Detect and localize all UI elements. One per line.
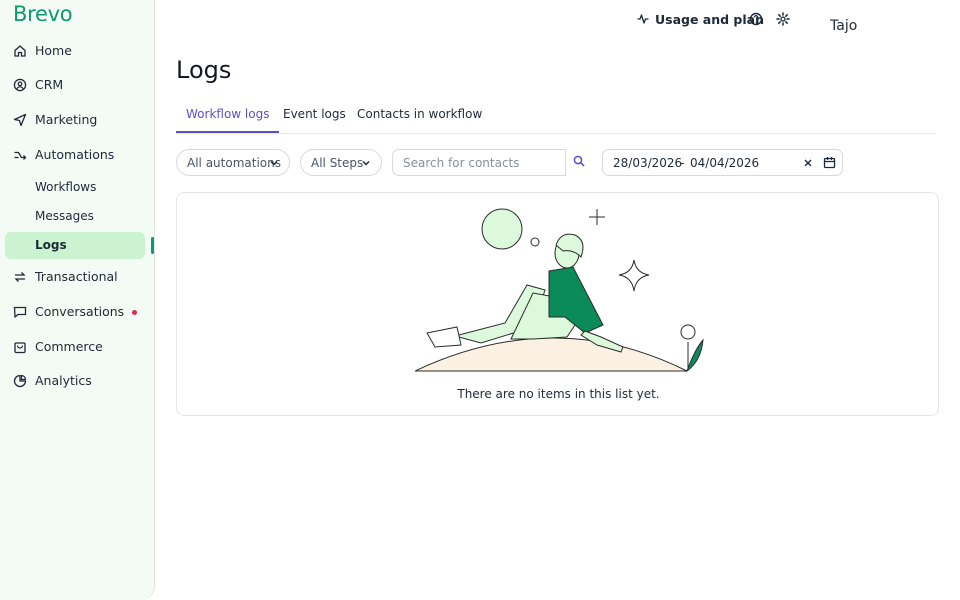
transactional-icon (14, 272, 26, 282)
sidebar-item-label: Analytics (35, 373, 92, 388)
sidebar-item-conversations[interactable]: Conversations (0, 298, 146, 326)
tab-event-logs[interactable]: Event logs (273, 98, 356, 133)
analytics-icon (13, 374, 27, 388)
automations-dropdown[interactable]: All automations (176, 149, 290, 176)
sidebar-item-crm[interactable]: CRM (0, 71, 146, 99)
usage-and-plan-button[interactable]: Usage and plan (637, 10, 764, 28)
sidebar-item-commerce[interactable]: Commerce (0, 333, 146, 361)
brevo-logo[interactable]: Brevo (13, 2, 73, 26)
empty-state-message: There are no items in this list yet. (457, 387, 660, 401)
empty-state-illustration (415, 208, 704, 373)
sidebar-item-label: Marketing (35, 112, 98, 127)
search-button[interactable] (566, 149, 592, 176)
sidebar-subitem-workflows[interactable]: Workflows (35, 180, 96, 194)
chevron-down-icon (362, 160, 370, 166)
automations-dropdown-value: All automations (187, 155, 281, 170)
send-icon (13, 113, 27, 127)
clear-date-icon[interactable] (803, 158, 813, 168)
shopping-bag-icon (14, 342, 26, 354)
sidebar-item-label: Automations (35, 147, 115, 162)
usage-and-plan-label: Usage and plan (655, 11, 765, 27)
tab-contacts-in-workflow[interactable]: Contacts in workflow (347, 98, 492, 133)
calendar-icon[interactable] (823, 156, 836, 169)
date-to[interactable]: 04/04/2026 (690, 156, 759, 170)
contacts-icon (13, 78, 27, 92)
sidebar-item-transactional[interactable]: Transactional (0, 263, 146, 291)
notification-dot (132, 310, 137, 315)
sidebar-item-label: Transactional (35, 269, 118, 284)
date-range-picker[interactable]: 28/03/2026 - 04/04/2026 (602, 149, 843, 176)
sidebar-subitem-logs[interactable]: Logs (35, 238, 67, 252)
sidebar-subitem-messages[interactable]: Messages (35, 209, 94, 223)
date-separator: - (680, 156, 685, 170)
gear-icon[interactable] (776, 12, 790, 26)
steps-dropdown-value: All Steps (311, 155, 364, 170)
activity-icon (637, 14, 649, 24)
user-menu[interactable]: Tajo (830, 18, 857, 34)
sidebar-item-automations[interactable]: Automations (0, 141, 146, 169)
search-input[interactable] (392, 149, 566, 176)
steps-dropdown[interactable]: All Steps (300, 149, 382, 176)
sidebar-active-indicator (151, 237, 154, 254)
sidebar-item-label: Conversations (35, 304, 125, 319)
sidebar-active-highlight (5, 232, 145, 259)
log-tabs: Workflow logs Event logs Contacts in wor… (176, 98, 936, 134)
sidebar-item-marketing[interactable]: Marketing (0, 106, 146, 134)
page-title: Logs (176, 56, 232, 84)
logs-results-card: There are no items in this list yet. (176, 192, 939, 416)
sidebar-item-home[interactable]: Home (0, 37, 146, 65)
search-icon (573, 155, 585, 167)
sidebar-item-analytics[interactable]: Analytics (0, 367, 146, 395)
sidebar-item-label: Commerce (35, 339, 103, 354)
home-icon (14, 45, 26, 57)
automation-icon (14, 151, 27, 160)
date-from[interactable]: 28/03/2026 (613, 156, 682, 170)
help-icon[interactable] (749, 12, 763, 26)
sidebar-item-label: Home (35, 43, 72, 58)
chevron-down-icon (270, 160, 278, 166)
chat-icon (13, 306, 27, 318)
sidebar: Brevo Home CRM Marketing Automations Wor… (0, 0, 155, 600)
tab-workflow-logs[interactable]: Workflow logs (176, 98, 280, 133)
sidebar-item-label: CRM (35, 77, 64, 92)
contact-search (392, 149, 592, 176)
